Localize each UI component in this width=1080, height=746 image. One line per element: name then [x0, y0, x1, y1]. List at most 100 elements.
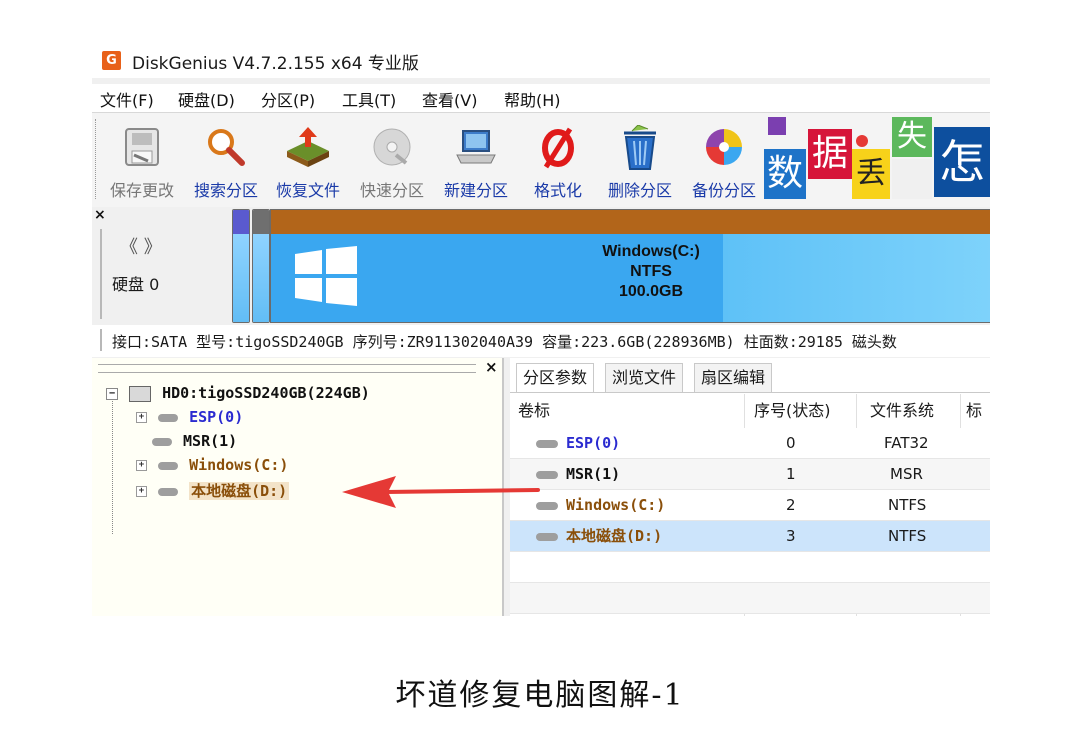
disk-nav-arrows-icon[interactable]: 《 》	[120, 233, 162, 259]
col-file-system[interactable]: 文件系统	[870, 394, 934, 428]
delete-partition-label: 删除分区	[607, 181, 672, 200]
row-file-system: NTFS	[888, 496, 927, 514]
tree-panel-close-icon[interactable]: ×	[485, 358, 498, 376]
tree-root-label: HD0:tigoSSD240GB(224GB)	[162, 384, 370, 402]
save-changes-button[interactable]: 保存更改	[100, 121, 184, 201]
tree-item-msr[interactable]: MSR(1)	[150, 432, 237, 450]
tree-root-disk[interactable]: − HD0:tigoSSD240GB(224GB)	[106, 384, 370, 402]
diskgenius-window: G DiskGenius V4.7.2.155 x64 专业版 文件(F) 硬盘…	[92, 40, 990, 616]
expand-icon[interactable]: +	[136, 486, 147, 497]
backup-icon	[706, 129, 742, 165]
tree-item-windows-c[interactable]: + Windows(C:)	[136, 456, 288, 474]
red-arrow-icon	[342, 476, 540, 508]
save-icon	[125, 128, 159, 166]
table-row[interactable]: Windows(C:) 2 NTFS	[510, 490, 990, 521]
title-bar: G DiskGenius V4.7.2.155 x64 专业版	[92, 40, 990, 78]
menu-disk[interactable]: 硬盘(D)	[178, 87, 235, 111]
promo-char-4: 失	[892, 117, 932, 157]
disk-map-panel: × 《 》 硬盘 0 Windows(C:) NTFS 100.0GB 接口:S…	[92, 207, 990, 357]
row-volume-label: 本地磁盘(D:)	[566, 527, 663, 545]
window-title: DiskGenius V4.7.2.155 x64 专业版	[132, 54, 419, 74]
figure-caption: 坏道修复电脑图解-1	[395, 678, 685, 713]
partition-icon	[158, 413, 179, 422]
expand-icon[interactable]: +	[136, 412, 147, 423]
promo-char-1: 数	[764, 149, 806, 199]
partition-c-fs: NTFS	[630, 263, 672, 280]
tree-item-esp[interactable]: + ESP(0)	[136, 408, 243, 426]
trash-icon	[624, 125, 656, 170]
partition-icon	[152, 437, 172, 446]
table-row[interactable]: MSR(1) 1 MSR	[510, 459, 990, 490]
tab-partition-params[interactable]: 分区参数	[516, 363, 595, 393]
recover-icon	[287, 127, 329, 167]
promo-gap	[892, 159, 932, 199]
menu-file[interactable]: 文件(F)	[100, 87, 154, 111]
disk-label: 硬盘 0	[112, 275, 160, 294]
menu-bar: 文件(F) 硬盘(D) 分区(P) 工具(T) 查看(V) 帮助(H)	[92, 84, 990, 112]
disk-icon	[129, 385, 152, 402]
tree-item-local-d[interactable]: + 本地磁盘(D:)	[136, 480, 290, 501]
table-row-empty	[510, 583, 990, 614]
col-volume-label[interactable]: 卷标	[518, 394, 550, 428]
toolbar: 保存更改 搜索分区 恢复文件 快速分区 新建分区 格式化 删除分区 备份分区 数…	[92, 112, 990, 208]
format-icon	[542, 127, 574, 169]
row-volume-label: MSR(1)	[566, 465, 621, 483]
tree-line	[112, 398, 114, 534]
quick-partition-label: 快速分区	[359, 181, 424, 200]
col-identifier[interactable]: 标识	[966, 394, 990, 454]
menu-help[interactable]: 帮助(H)	[504, 87, 561, 111]
tree-item-label: Windows(C:)	[189, 456, 289, 474]
partition-msr-block[interactable]	[252, 209, 270, 323]
promo-decor	[768, 117, 786, 135]
partition-c-name: Windows(C:)	[602, 243, 700, 260]
table-row-empty	[510, 552, 990, 583]
computer-icon	[456, 130, 496, 164]
backup-partition-button[interactable]: 备份分区	[682, 121, 766, 201]
panel-divider	[100, 229, 104, 319]
row-file-system: NTFS	[888, 527, 927, 545]
partition-icon	[536, 428, 558, 458]
col-index-status[interactable]: 序号(状态)	[754, 394, 831, 428]
format-button[interactable]: 格式化	[516, 121, 600, 201]
partition-esp-block[interactable]	[232, 209, 250, 323]
backup-partition-label: 备份分区	[691, 181, 756, 200]
menu-tools[interactable]: 工具(T)	[342, 87, 396, 111]
search-partition-button[interactable]: 搜索分区	[184, 121, 268, 201]
new-partition-button[interactable]: 新建分区	[434, 121, 518, 201]
table-row[interactable]: ESP(0) 0 FAT32	[510, 428, 990, 459]
app-logo-icon: G	[102, 51, 121, 70]
promo-dot	[856, 135, 868, 147]
recover-files-label: 恢复文件	[275, 181, 340, 200]
promo-char-5: 怎	[934, 127, 990, 197]
partition-icon	[536, 521, 558, 551]
row-file-system: FAT32	[884, 434, 929, 452]
windows-logo-icon	[295, 246, 357, 306]
tab-browse-files[interactable]: 浏览文件	[605, 363, 684, 393]
promo-char-2: 据	[808, 129, 852, 179]
disk-info-line: 接口:SATA 型号:tigoSSD240GB 序列号:ZR911302040A…	[92, 325, 990, 357]
disc-icon	[373, 128, 411, 166]
search-partition-label: 搜索分区	[193, 181, 258, 200]
disk-panel-close-icon[interactable]: ×	[94, 207, 106, 223]
tab-sector-edit[interactable]: 扇区编辑	[694, 363, 773, 393]
recover-files-button[interactable]: 恢复文件	[266, 121, 350, 201]
row-volume-label: ESP(0)	[566, 434, 621, 452]
quick-partition-button[interactable]: 快速分区	[350, 121, 434, 201]
tree-panel-grip	[98, 364, 476, 373]
row-index: 1	[786, 465, 796, 483]
partition-icon	[158, 461, 179, 470]
table-row-selected[interactable]: 本地磁盘(D:) 3 NTFS	[510, 521, 990, 552]
partition-windows-c-block[interactable]: Windows(C:) NTFS 100.0GB	[270, 209, 990, 323]
format-label: 格式化	[533, 181, 582, 200]
tab-underline	[510, 392, 990, 393]
expand-icon[interactable]: +	[136, 460, 147, 471]
row-file-system: MSR	[890, 465, 923, 483]
promo-banner[interactable]: 数 据 丢 失 怎	[764, 115, 990, 203]
row-index: 3	[786, 527, 796, 545]
partition-detail-panel: 分区参数 浏览文件 扇区编辑 卷标 序号(状态) 文件系统 标识 ESP(0) …	[510, 358, 990, 616]
menu-partition[interactable]: 分区(P)	[261, 87, 315, 111]
disk-info-text: 接口:SATA 型号:tigoSSD240GB 序列号:ZR911302040A…	[112, 333, 897, 351]
delete-partition-button[interactable]: 删除分区	[598, 121, 682, 201]
collapse-icon[interactable]: −	[106, 387, 118, 400]
menu-view[interactable]: 查看(V)	[422, 87, 477, 111]
